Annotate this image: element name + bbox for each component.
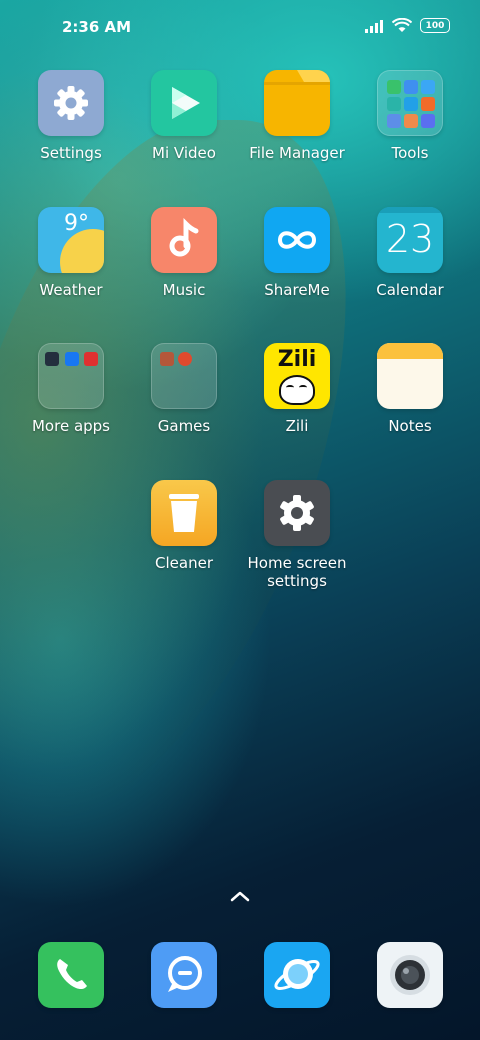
gear-icon [264, 480, 330, 546]
app-cleaner[interactable]: Cleaner [128, 480, 240, 572]
app-label: Notes [388, 417, 432, 435]
camera-icon [377, 942, 443, 1008]
app-label: Mi Video [152, 144, 216, 162]
calendar-day: 23 [385, 217, 435, 261]
dock-phone[interactable] [15, 942, 127, 1008]
zili-icon: Zili [264, 343, 330, 409]
dock-browser[interactable] [241, 942, 353, 1008]
messages-icon [151, 942, 217, 1008]
app-label: Zili [285, 417, 309, 435]
app-label: File Manager [249, 144, 345, 162]
app-settings[interactable]: Settings [15, 70, 127, 162]
settings-icon [38, 70, 104, 136]
app-notes[interactable]: Notes [354, 343, 466, 435]
app-label: More apps [31, 417, 110, 435]
calendar-icon: 23 [377, 207, 443, 273]
cleaner-icon [151, 480, 217, 546]
app-label: Tools [391, 144, 429, 162]
app-weather[interactable]: 9° Weather [15, 207, 127, 299]
status-icons: 100 [364, 18, 450, 33]
folder-icon [264, 70, 330, 136]
app-music[interactable]: Music [128, 207, 240, 299]
app-label: ShareMe [264, 281, 330, 299]
status-time: 2:36 AM [62, 18, 132, 36]
dock-camera[interactable] [354, 942, 466, 1008]
app-calendar[interactable]: 23 Calendar [354, 207, 466, 299]
battery-indicator: 100 [420, 18, 450, 33]
app-file-manager[interactable]: File Manager [241, 70, 353, 162]
app-label: Home screen settings [247, 554, 347, 590]
more-apps-folder-icon [38, 343, 104, 409]
app-zili[interactable]: Zili Zili [241, 343, 353, 435]
app-mi-video[interactable]: Mi Video [128, 70, 240, 162]
folder-more-apps[interactable]: More apps [15, 343, 127, 435]
app-label: Calendar [376, 281, 444, 299]
music-icon [151, 207, 217, 273]
browser-icon [264, 942, 330, 1008]
app-label: Music [162, 281, 206, 299]
notes-icon [377, 343, 443, 409]
weather-icon: 9° [38, 207, 104, 273]
folder-tools[interactable]: Tools [354, 70, 466, 162]
phone-icon [38, 942, 104, 1008]
folder-games[interactable]: Games [128, 343, 240, 435]
wifi-icon [392, 18, 412, 32]
app-label: Weather [39, 281, 103, 299]
dock-messages[interactable] [128, 942, 240, 1008]
signal-icon [365, 19, 383, 33]
app-label: Games [157, 417, 211, 435]
mi-video-icon [151, 70, 217, 136]
games-folder-icon [151, 343, 217, 409]
tools-folder-icon [377, 70, 443, 136]
app-label: Settings [40, 144, 102, 162]
app-label: Cleaner [155, 554, 213, 572]
app-drawer-chevron-icon[interactable] [228, 888, 252, 904]
weather-temp: 9° [64, 211, 89, 236]
app-home-screen-settings[interactable]: Home screen settings [241, 480, 353, 590]
status-bar: 2:36 AM 100 [0, 0, 480, 56]
zili-logo-text: Zili [277, 347, 317, 372]
shareme-icon [264, 207, 330, 273]
app-shareme[interactable]: ShareMe [241, 207, 353, 299]
